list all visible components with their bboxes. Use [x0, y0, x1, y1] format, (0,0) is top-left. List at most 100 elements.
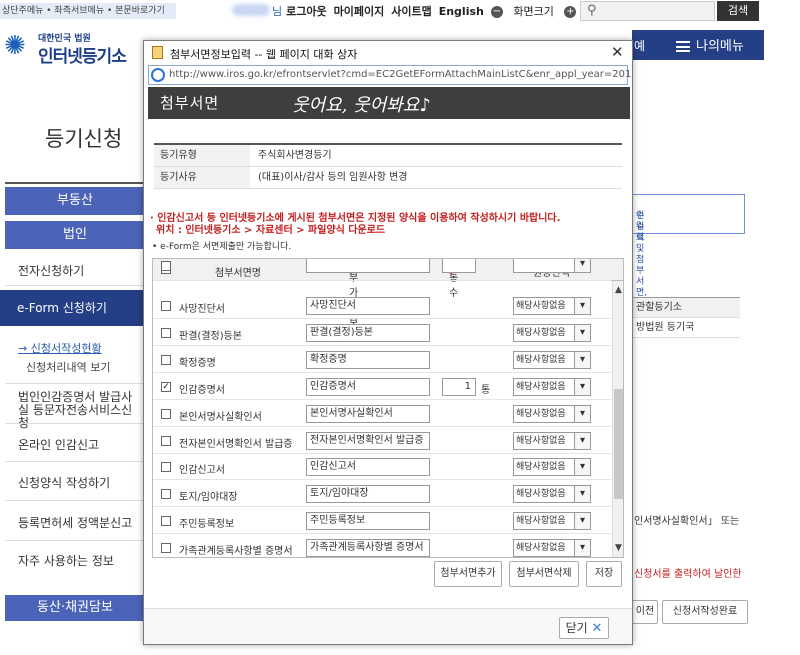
top-links: 님 로그아웃 마이페이지 사이트맵 English − 화면크기 + — [272, 3, 590, 19]
original-select[interactable]: 해당사항없음 — [513, 323, 591, 342]
count-input[interactable]: 1 — [442, 377, 476, 396]
extra-info-input[interactable]: 확정증명 — [306, 350, 430, 369]
row-checkbox[interactable]: ✓ — [161, 381, 171, 392]
table-row: 사망진단서 사망진단서 해당사항없음 — [153, 293, 611, 319]
row-checkbox[interactable] — [161, 462, 171, 473]
row-checkbox[interactable] — [161, 489, 171, 500]
attachment-name: 인감신고서 — [179, 465, 225, 477]
original-select[interactable]: 해당사항없음 — [513, 539, 591, 557]
sidebar-item-seal-sms[interactable]: 법인인감증명서 발급사실 등문자전송서비스신청 — [18, 391, 143, 430]
count-unit: 통 — [481, 384, 491, 396]
original-select[interactable]: 해당사항없음 — [513, 377, 591, 396]
original-select[interactable]: 해당사항없음 — [513, 512, 591, 531]
dialog-title: 첨부서면정보입력 -- 웹 페이지 대화 상자 — [170, 48, 358, 61]
info-value: (대표)이사/감사 등의 임원사항 변경 — [258, 172, 408, 183]
attachment-dialog: 첨부서면정보입력 -- 웹 페이지 대화 상자 ✕ http://www.iro… — [143, 40, 633, 645]
search-input[interactable]: ⚲ — [580, 1, 715, 21]
court-emblem-icon: ✺ — [4, 31, 26, 61]
sitemap-link[interactable]: 사이트맵 — [391, 5, 431, 18]
save-button[interactable]: 저장 — [586, 561, 622, 587]
extra-info-input[interactable]: 판결(결정)등본 — [306, 323, 430, 342]
row-checkbox[interactable] — [161, 435, 171, 446]
close-icon[interactable]: ✕ — [611, 43, 624, 61]
zoom-in-icon[interactable]: + — [564, 6, 577, 18]
skip-links[interactable]: 상단주메뉴 • 좌측서브메뉴 • 본문바로가기 — [0, 3, 176, 19]
sidebar-item-license-tax[interactable]: 등록면허세 정액분신고 — [18, 514, 132, 531]
guide-text: 인서명사실확인서」 또는 — [634, 516, 740, 527]
original-select[interactable]: 해당사항없음 — [513, 485, 591, 504]
row-checkbox[interactable] — [161, 301, 171, 311]
table-row: 확정증명 확정증명 해당사항없음 — [153, 347, 611, 373]
complete-button[interactable]: 신청서작성완료 — [662, 600, 748, 624]
sidebar-item-form-write[interactable]: 신청양식 작성하기 — [18, 474, 110, 491]
count-input[interactable] — [442, 259, 476, 273]
url-text: http://www.iros.go.kr/efrontservlet?cmd=… — [169, 69, 633, 80]
extra-info-input[interactable]: 주민등록정보 — [306, 512, 430, 531]
prev-button[interactable]: 이전 — [632, 600, 658, 624]
row-checkbox[interactable] — [161, 516, 171, 527]
grid-scrollbar[interactable]: ▲ ▼ — [612, 281, 623, 557]
attachment-name: 주민등록정보 — [179, 519, 235, 531]
sidebar-separator — [5, 500, 145, 501]
extra-info-input[interactable]: 인감증명서 — [306, 377, 430, 396]
sidebar-separator — [5, 285, 145, 286]
zoom-control: − 화면크기 + — [490, 5, 583, 18]
attachment-name: 가족관계등록사항별 증명서 — [179, 546, 293, 558]
attachment-grid: 첨부서면명 부가정보* 통수* 원용선택 사망진단서사망진단서해당사항없음판결(… — [152, 258, 624, 558]
search-button[interactable]: 검색 — [717, 1, 759, 21]
row-checkbox[interactable] — [161, 543, 171, 554]
extra-info-input[interactable]: 전자본인서명확인서 발급증 — [306, 431, 430, 450]
original-select[interactable] — [513, 259, 591, 273]
row-checkbox[interactable] — [161, 327, 171, 338]
sidebar-movable-button[interactable]: 동산·채권담보 — [5, 595, 145, 621]
table-row: 토지/임야대장 토지/임야대장 해당사항없음 — [153, 481, 611, 508]
original-select[interactable]: 해당사항없음 — [513, 431, 591, 450]
row-checkbox[interactable] — [161, 354, 171, 365]
browser-icon — [151, 68, 165, 82]
table-row: 가족관계등록사항별 증명서 가족관계등록사항별 증명서 해당사항없음 — [153, 535, 611, 558]
sidebar-divider — [5, 182, 145, 184]
sidebar-sub-history[interactable]: 신청처리내역 보기 — [26, 359, 110, 375]
extra-info-input[interactable]: 인감신고서 — [306, 458, 430, 477]
site-logo[interactable]: ✺ 대한민국 법원 인터넷등기소 — [4, 27, 144, 67]
original-select[interactable]: 해당사항없음 — [513, 297, 591, 315]
info-key: 등기사유 — [154, 167, 250, 188]
notice-text: · 인감신고서 등 인터넷등기소에 게시된 첨부서면은 지정된 양식을 이용하여… — [150, 213, 560, 237]
row-checkbox[interactable] — [161, 408, 171, 419]
delete-attachment-button[interactable]: 첨부서면삭제 — [509, 561, 579, 587]
scroll-down-icon[interactable]: ▼ — [613, 543, 623, 553]
row-checkbox[interactable] — [161, 261, 171, 271]
logout-link[interactable]: 로그아웃 — [286, 5, 326, 18]
add-attachment-button[interactable]: 첨부서면추가 — [434, 561, 502, 587]
notice-line1: · 인감신고서 등 인터넷등기소에 게시된 첨부서면은 지정된 양식을 이용하여… — [150, 213, 561, 224]
extra-info-input[interactable]: 본인서명사실확인서 — [306, 404, 430, 423]
scroll-up-icon[interactable]: ▲ — [613, 285, 623, 295]
table-cell: 방법원 등기국 — [632, 318, 740, 338]
original-select[interactable]: 해당사항없음 — [513, 458, 591, 477]
extra-info-input[interactable]: 토지/임야대장 — [306, 485, 430, 504]
scroll-thumb[interactable] — [614, 389, 623, 499]
mypage-link[interactable]: 마이페이지 — [334, 5, 385, 18]
my-menu-button[interactable]: 나의메뉴 — [676, 35, 744, 54]
zoom-out-icon[interactable]: − — [490, 6, 503, 18]
sidebar-corporation-button[interactable]: 법인 — [5, 221, 145, 249]
table-row — [153, 259, 611, 281]
sidebar-item-online-seal[interactable]: 온라인 인감신고 — [18, 436, 99, 453]
close-dialog-button[interactable]: 닫기 ✕ — [559, 617, 609, 639]
original-select[interactable]: 해당사항없음 — [513, 404, 591, 423]
extra-info-input[interactable]: 사망진단서 — [306, 297, 430, 315]
attachment-name: 토지/임야대장 — [179, 492, 238, 504]
page-icon — [152, 46, 163, 59]
table-row: 주민등록정보 주민등록정보 해당사항없음 — [153, 508, 611, 535]
sidebar-real-estate-button[interactable]: 부동산 — [5, 187, 145, 215]
nav-fragment[interactable]: 예 — [634, 37, 645, 54]
extra-info-input[interactable]: 가족관계등록사항별 증명서 — [306, 539, 430, 557]
sidebar-item-eform[interactable]: e-Form 신청하기 — [0, 290, 145, 326]
sidebar-item-frequent-info[interactable]: 자주 사용하는 정보 — [18, 552, 114, 569]
extra-info-input[interactable] — [306, 259, 430, 273]
english-link[interactable]: English — [439, 5, 484, 18]
original-select[interactable]: 해당사항없음 — [513, 350, 591, 369]
sidebar-sub-status[interactable]: → 신청서작성현황 — [18, 340, 102, 356]
sidebar-item-e-filing[interactable]: 전자신청하기 — [18, 262, 84, 279]
main-nav-bar: 예 나의메뉴 — [632, 30, 764, 60]
